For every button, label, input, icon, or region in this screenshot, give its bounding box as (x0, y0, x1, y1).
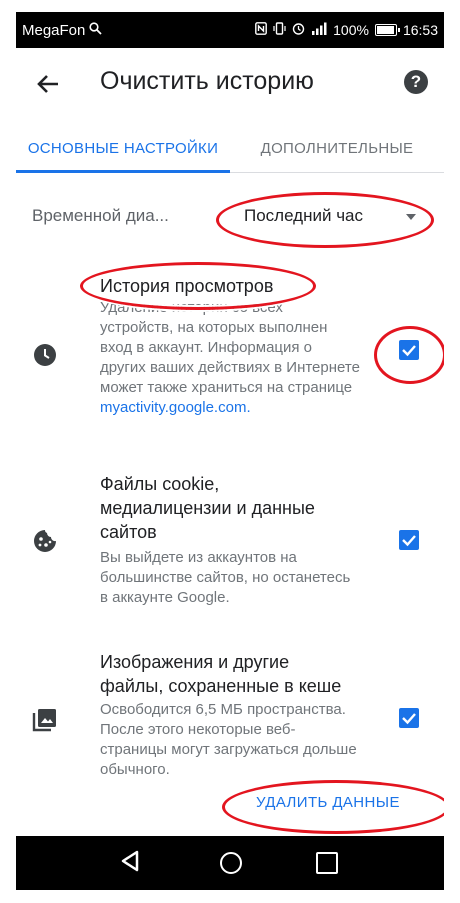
clear-data-button[interactable]: УДАЛИТЬ ДАННЫЕ (256, 794, 400, 811)
list-item-cookies: Файлы cookie, медиалицензии и данные сай… (16, 472, 444, 612)
time-range-select[interactable]: Последний час (244, 206, 363, 226)
nav-recents-icon[interactable] (316, 852, 338, 874)
status-bar: MegaFon 100% 16:53 (16, 12, 444, 48)
item-title: Файлы cookie, медиалицензии и данные сай… (100, 474, 315, 542)
checkbox-cached-images[interactable] (399, 708, 419, 728)
tab-basic-settings[interactable]: ОСНОВНЫЕ НАСТРОЙКИ (16, 124, 230, 173)
item-description: Освободится 6,5 МБ пространства. После э… (100, 701, 357, 778)
carrier-name: MegaFon (22, 21, 86, 39)
alarm-icon (292, 22, 305, 38)
page-title: Очистить историю (100, 67, 314, 95)
app-bar: Очистить историю ? (16, 48, 444, 120)
signal-icon (311, 22, 327, 38)
nav-home-icon[interactable] (220, 852, 242, 874)
phone-screen: MegaFon 100% 16:53 Очистить историю ? ОС… (16, 12, 444, 890)
vibrate-icon (273, 22, 286, 38)
status-time: 16:53 (402, 22, 438, 38)
time-range-row: Временной диа... Последний час (16, 198, 444, 238)
item-title: История просмотров (100, 276, 274, 296)
list-item-cached-images: Изображения и другие файлы, сохраненные … (16, 650, 444, 780)
clock-icon (32, 342, 58, 368)
navigation-bar (16, 836, 444, 890)
image-icon (32, 706, 58, 732)
help-icon[interactable]: ? (404, 70, 428, 94)
back-arrow-icon[interactable] (34, 70, 62, 98)
battery-icon (374, 24, 400, 36)
myactivity-link[interactable]: myactivity.google.com. (100, 399, 251, 416)
battery-percent: 100% (333, 22, 369, 38)
cookie-icon (32, 528, 58, 554)
nav-back-icon[interactable] (120, 850, 140, 877)
checkbox-cookies[interactable] (399, 530, 419, 550)
tab-bar: ОСНОВНЫЕ НАСТРОЙКИ ДОПОЛНИТЕЛЬНЫЕ (16, 124, 444, 173)
dropdown-arrow-icon[interactable] (406, 214, 416, 220)
item-title: Изображения и другие файлы, сохраненные … (100, 652, 342, 696)
tab-advanced[interactable]: ДОПОЛНИТЕЛЬНЫЕ (230, 124, 444, 172)
nfc-icon (255, 22, 268, 38)
item-description: Вы выйдете из аккаунтов на большинстве с… (100, 549, 351, 606)
search-icon (89, 22, 103, 38)
checkbox-browsing-history[interactable] (399, 340, 419, 360)
item-description: Удаление истории со всех устройств, на к… (100, 299, 360, 416)
time-range-label: Временной диа... (32, 206, 169, 225)
list-item-browsing-history: История просмотров Удаление истории со в… (16, 274, 444, 454)
